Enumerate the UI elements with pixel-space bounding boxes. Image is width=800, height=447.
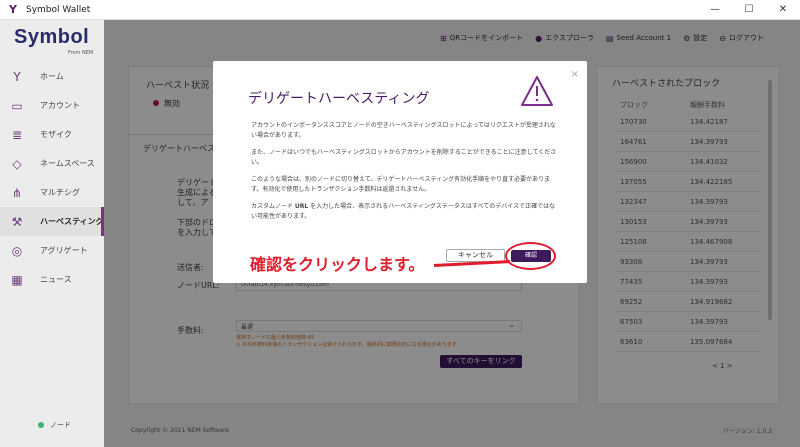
- sidebar-item-label: アグリゲート: [40, 246, 88, 255]
- sidebar-nav: Y ホーム ▭ アカウント ≣ モザイク ◇ ネームスペース ⋔ マルチシグ ⚒…: [0, 62, 104, 294]
- node-status[interactable]: ノード: [38, 420, 71, 430]
- modal-paragraph-2: また、ノードはいつでもハーベスティングスロットからアカウントを削除することができ…: [251, 149, 557, 166]
- modal-body: アカウントのインポータンススコアとノードの空きハーベスティングスロットによっては…: [251, 121, 561, 229]
- close-window-button[interactable]: ✕: [766, 0, 800, 20]
- aggregate-icon: ◎: [11, 243, 23, 258]
- news-icon: ▦: [11, 272, 23, 287]
- maximize-button[interactable]: ☐: [732, 0, 766, 20]
- sidebar-item-harvesting[interactable]: ⚒ ハーベスティング: [0, 207, 104, 236]
- sidebar-item-label: ニュース: [40, 275, 72, 284]
- annotation-text: 確認をクリックします。: [247, 254, 428, 276]
- symbol-app-icon: Y: [9, 2, 17, 16]
- sidebar-item-label: マルチシグ: [40, 188, 80, 197]
- sidebar-item-label: ハーベスティング: [40, 217, 104, 226]
- sidebar-item-label: アカウント: [40, 101, 80, 110]
- sidebar: Symbol From NEM Y ホーム ▭ アカウント ≣ モザイク ◇ ネ…: [0, 20, 104, 447]
- logo-subtitle: From NEM: [68, 50, 94, 56]
- sidebar-item-label: ネームスペース: [40, 159, 95, 168]
- window-title: Symbol Wallet: [26, 4, 91, 15]
- sidebar-item-label: モザイク: [40, 130, 72, 139]
- sidebar-item-label: ホーム: [40, 72, 64, 81]
- window-controls: — ☐ ✕: [698, 0, 800, 20]
- sidebar-item-account[interactable]: ▭ アカウント: [0, 91, 104, 120]
- sidebar-item-mosaic[interactable]: ≣ モザイク: [0, 120, 104, 149]
- node-status-dot: [38, 422, 44, 428]
- wallet-icon: ▭: [11, 98, 23, 113]
- warning-icon: [521, 76, 553, 106]
- sidebar-item-home[interactable]: Y ホーム: [0, 62, 104, 91]
- node-label: ノード: [50, 421, 71, 429]
- tag-icon: ◇: [12, 156, 22, 171]
- annotation-circle: [505, 242, 556, 270]
- multisig-icon: ⋔: [11, 185, 23, 200]
- sidebar-item-multisig[interactable]: ⋔ マルチシグ: [0, 178, 104, 207]
- sidebar-item-news[interactable]: ▦ ニュース: [0, 265, 104, 294]
- modal-paragraph-4: カスタムノード URL を入力した場合、表示されるハーベスティングステータスはす…: [251, 203, 556, 220]
- close-icon[interactable]: ×: [571, 69, 579, 80]
- window-titlebar: Y Symbol Wallet — ☐ ✕: [0, 0, 800, 20]
- symbol-logo: Symbol: [14, 26, 90, 48]
- sidebar-item-aggregate[interactable]: ◎ アグリゲート: [0, 236, 104, 265]
- modal-paragraph-1: アカウントのインポータンススコアとノードの空きハーベスティングスロットによっては…: [251, 122, 556, 139]
- modal-paragraph-3: このような場合は、別のノードに切り替えて、デリゲートハーベスティング有効化手順を…: [251, 176, 551, 193]
- harvest-icon: ⚒: [11, 214, 23, 229]
- minimize-button[interactable]: —: [698, 0, 732, 20]
- sidebar-item-namespace[interactable]: ◇ ネームスペース: [0, 149, 104, 178]
- symbol-home-icon: Y: [13, 69, 21, 84]
- coins-icon: ≣: [11, 127, 23, 142]
- modal-title: デリゲートハーベスティング: [248, 91, 430, 107]
